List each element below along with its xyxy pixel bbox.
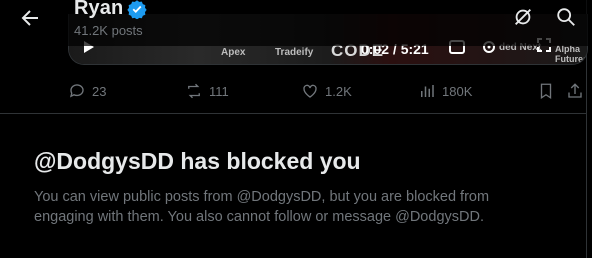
profile-name: Ryan	[74, 0, 124, 19]
divider	[0, 113, 586, 114]
sponsor-apex: Apex	[221, 47, 246, 58]
sponsor-tradeify: Tradeify	[275, 47, 314, 58]
reply-icon	[69, 84, 84, 98]
post-actions: 23 111 1.2K 180K	[68, 78, 588, 104]
repost-count: 111	[209, 83, 229, 99]
posts-count: 41.2K posts	[74, 23, 143, 38]
sponsor-alpha-futures: Alpha Futures	[555, 44, 588, 64]
back-arrow-icon[interactable]	[18, 6, 42, 30]
grok-icon[interactable]	[512, 6, 534, 28]
search-icon[interactable]	[555, 6, 577, 28]
blocked-description: You can view public posts from @DodgysDD…	[34, 189, 490, 225]
like-count: 1.2K	[325, 83, 352, 99]
profile-name-row: Ryan	[74, 0, 147, 20]
like-button[interactable]: 1.2K	[301, 82, 352, 100]
blocked-title: @DodgysDD has blocked you	[34, 148, 361, 174]
repost-button[interactable]: 111	[185, 82, 229, 100]
views-button[interactable]: 180K	[418, 82, 472, 100]
views-count: 180K	[442, 83, 473, 99]
bookmark-icon[interactable]	[537, 82, 555, 100]
views-chart-icon	[421, 85, 434, 97]
repost-icon	[188, 83, 200, 99]
reply-count: 23	[92, 83, 107, 99]
share-icon[interactable]	[566, 82, 584, 100]
verified-badge-icon[interactable]	[127, 0, 147, 19]
reply-button[interactable]: 23	[68, 82, 106, 100]
heart-icon	[303, 84, 317, 98]
profile-header: Ryan 41.2K posts	[0, 0, 592, 46]
